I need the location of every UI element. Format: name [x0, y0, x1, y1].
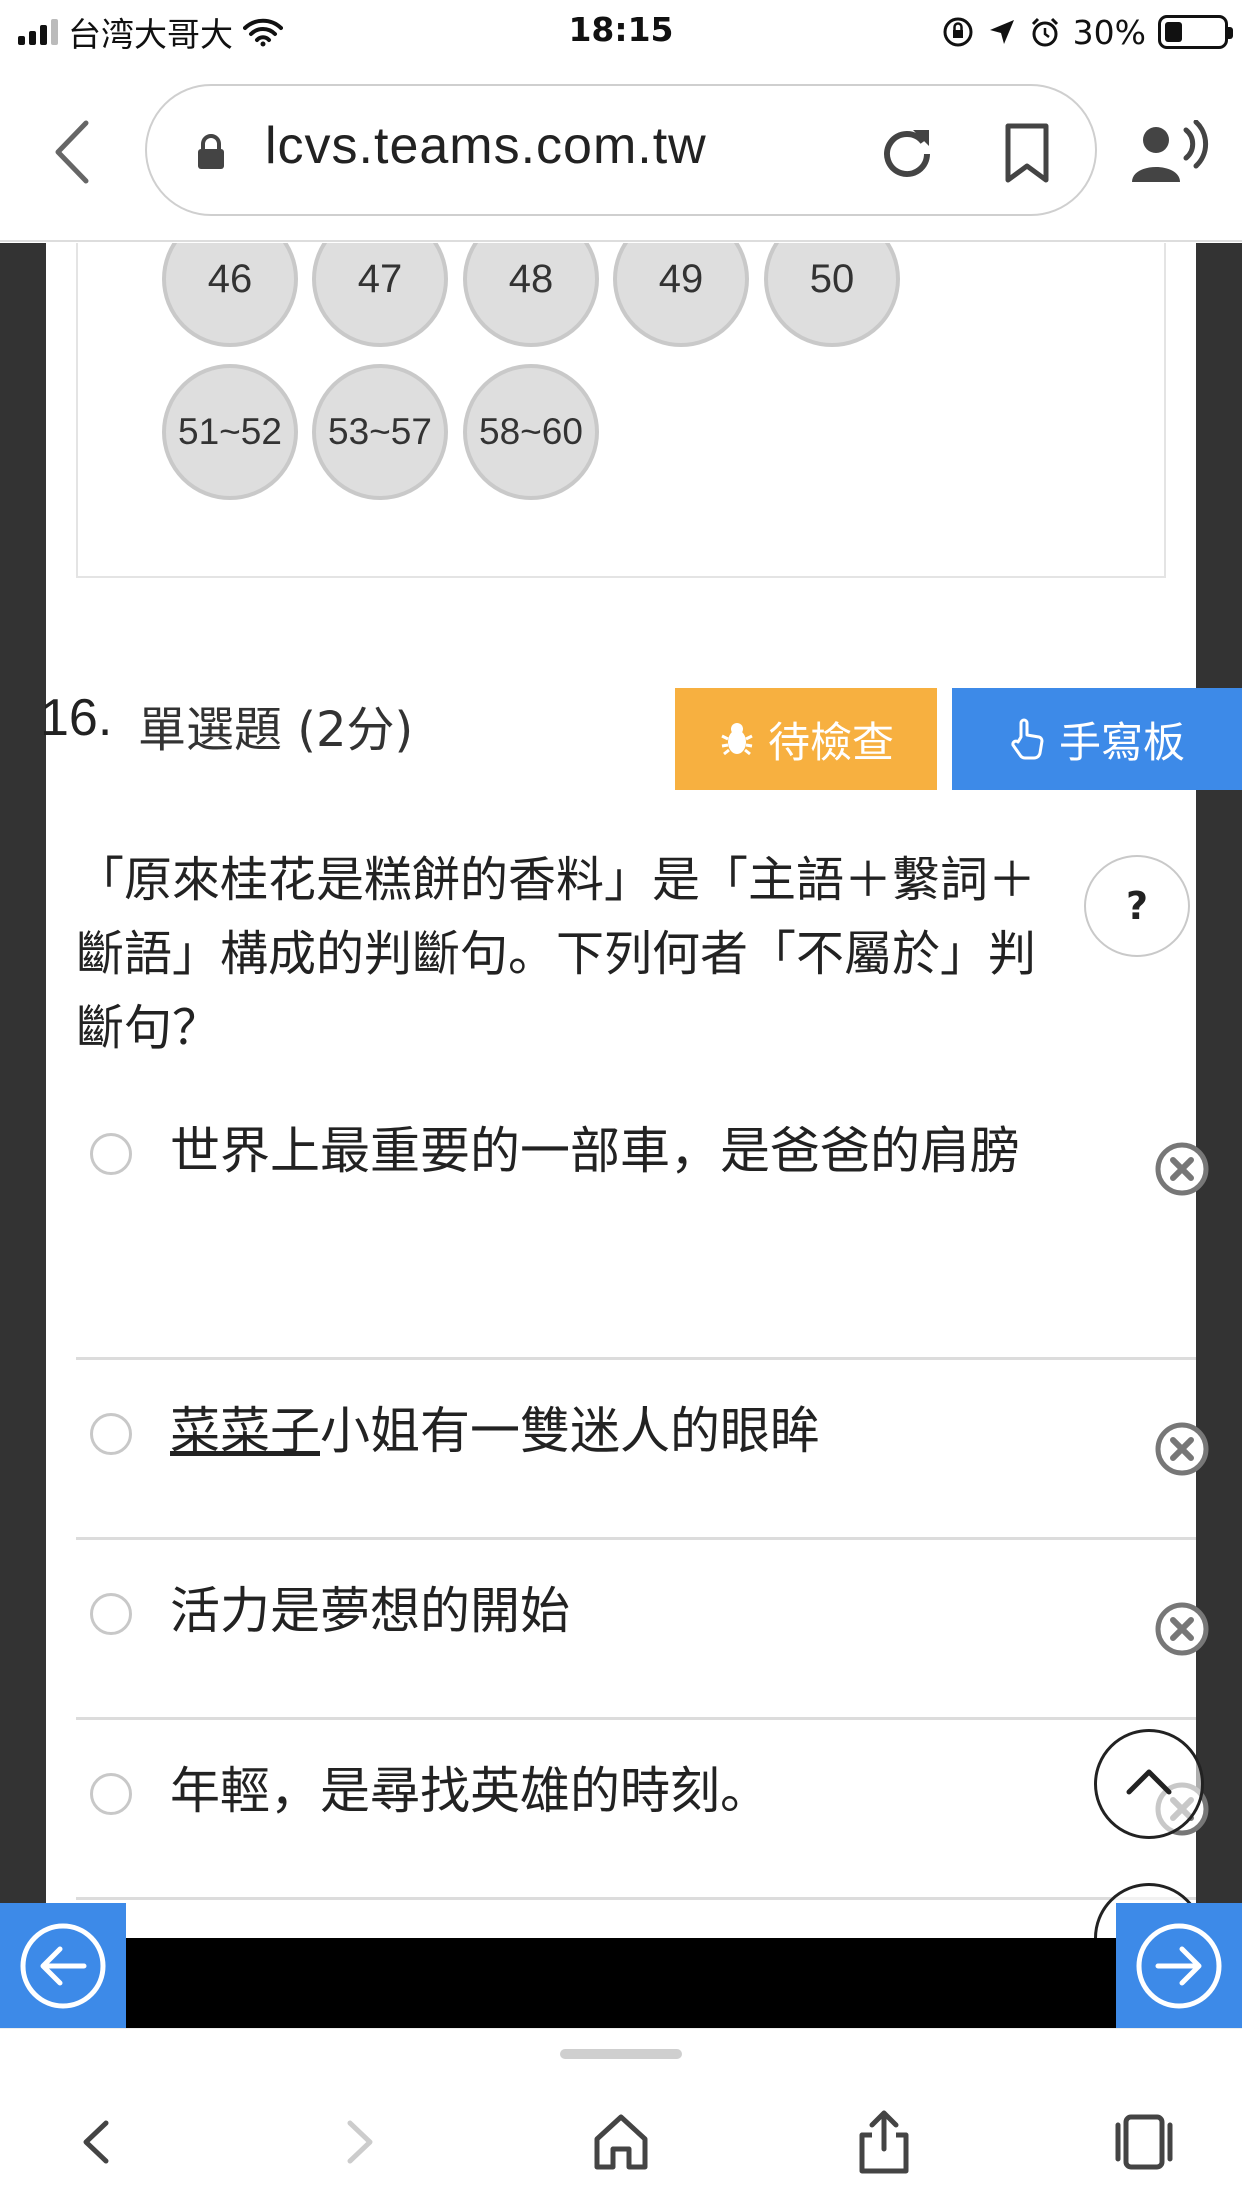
next-question-button[interactable] [1116, 1903, 1242, 2028]
question-nav-button[interactable]: 47 [312, 243, 448, 347]
forward-icon[interactable] [330, 2109, 390, 2175]
alarm-icon [1031, 17, 1058, 47]
battery-percent: 30% [1072, 12, 1146, 52]
tabs-icon[interactable] [1114, 2109, 1174, 2175]
page-content: 46 47 48 49 50 51~52 53~57 58~60 16. 單選題… [0, 243, 1242, 1940]
pending-review-label: 待檢查 [767, 717, 894, 767]
handwriting-board-label: 手寫板 [1058, 717, 1185, 767]
bottom-bar [0, 1938, 1242, 2028]
question-nav-button[interactable]: 50 [764, 243, 900, 347]
eliminate-option-icon[interactable] [1154, 1141, 1210, 1197]
eliminate-option-icon[interactable] [1154, 1421, 1210, 1477]
home-icon[interactable] [591, 2109, 651, 2175]
back-arrow-icon[interactable] [48, 117, 98, 187]
option-text-rest: 小姐有一雙迷人的眼眸 [320, 1402, 820, 1460]
status-bar: 台湾大哥大 18:15 30% [0, 0, 1242, 62]
option-text: 年輕，是尋找英雄的時刻。 [170, 1762, 770, 1820]
read-aloud-icon[interactable] [1130, 120, 1210, 190]
right-gutter [1196, 243, 1242, 1940]
radio-button[interactable] [90, 1773, 132, 1815]
address-bar[interactable]: lcvs.teams.com.tw [145, 84, 1097, 216]
battery-icon [1158, 15, 1233, 49]
previous-question-button[interactable] [0, 1903, 126, 2028]
radio-button[interactable] [90, 1413, 132, 1455]
pending-review-button[interactable]: 待檢查 [675, 688, 937, 790]
question-nav-button[interactable]: 53~57 [312, 364, 448, 500]
option-text: 世界上最重要的一部車，是爸爸的肩膀 [170, 1122, 1020, 1180]
question-nav-button[interactable]: 58~60 [463, 364, 599, 500]
option-text: 活力是夢想的開始 [170, 1582, 570, 1640]
option-divider [76, 1717, 1196, 1720]
browser-navbar: lcvs.teams.com.tw [0, 62, 1242, 242]
hand-pointer-icon [1011, 718, 1044, 760]
drag-handle[interactable] [560, 2049, 682, 2059]
radio-button[interactable] [90, 1593, 132, 1635]
scroll-to-top-button[interactable] [1094, 1729, 1204, 1839]
question-nav-button[interactable]: 51~52 [162, 364, 298, 500]
question-nav-button[interactable]: 46 [162, 243, 298, 347]
arrow-right-circle-icon [1136, 1923, 1222, 2008]
eliminate-option-icon[interactable] [1154, 1601, 1210, 1657]
question-nav-button[interactable]: 49 [613, 243, 749, 347]
option-divider [76, 1357, 1196, 1360]
underlined-name: 菜菜子 [170, 1402, 320, 1460]
question-number: 16. [40, 689, 113, 747]
bug-icon [721, 723, 753, 756]
question-text: 「原來桂花是糕餅的香料」是「主語＋繫詞＋斷語」構成的判斷句。下列何者「不屬於」判… [76, 852, 1037, 1056]
rotation-lock-icon [943, 17, 973, 47]
option-divider [76, 1537, 1196, 1540]
back-icon[interactable] [66, 2109, 126, 2175]
status-right: 30% [941, 10, 1233, 54]
handwriting-board-button[interactable]: 手寫板 [952, 688, 1242, 790]
bookmark-icon[interactable] [1002, 122, 1052, 184]
share-icon[interactable] [854, 2109, 914, 2175]
left-gutter [0, 243, 46, 1940]
option-divider [76, 1897, 1196, 1900]
url-text[interactable]: lcvs.teams.com.tw [265, 116, 707, 176]
radio-button[interactable] [90, 1133, 132, 1175]
question-nav-button[interactable]: 48 [463, 243, 599, 347]
arrow-left-circle-icon [20, 1923, 106, 2008]
help-button[interactable]: ? [1084, 855, 1190, 957]
question-type: 單選題 (2分) [138, 702, 414, 758]
option-text: 菜菜子小姐有一雙迷人的眼眸 [170, 1393, 1030, 1469]
question-nav-panel: 46 47 48 49 50 51~52 53~57 58~60 [76, 243, 1166, 578]
reload-icon[interactable] [877, 122, 937, 182]
browser-toolbar [0, 2028, 1242, 2208]
lock-icon [198, 134, 224, 169]
location-icon [989, 20, 1014, 44]
chevron-up-icon [1126, 1769, 1172, 1795]
